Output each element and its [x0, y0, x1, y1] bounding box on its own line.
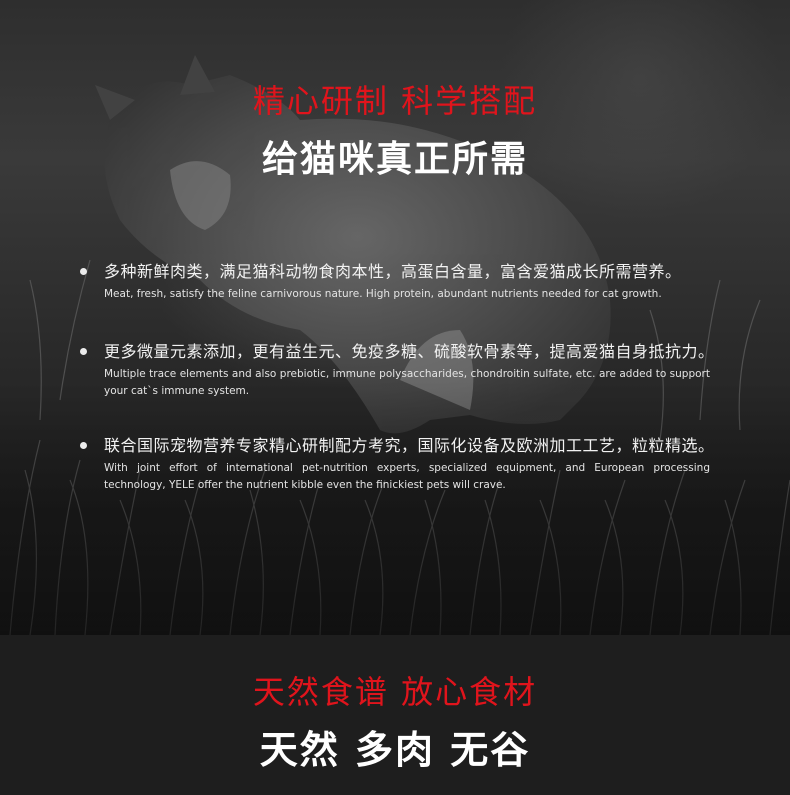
feature-en-text: Multiple trace elements and also prebiot…	[104, 368, 710, 397]
product-detail-page: 精心研制 科学搭配 给猫咪真正所需 多种新鲜肉类，满足猫科动物食肉本性，高蛋白含…	[0, 0, 790, 795]
bullet-dot-icon	[80, 268, 87, 275]
feature-en-text: With joint effort of international pet-n…	[104, 462, 710, 491]
band-headline-white: 天然 多肉 无谷	[259, 728, 531, 772]
hero-headline-red: 精心研制 科学搭配	[252, 82, 538, 120]
feature-zh-text: 更多微量元素添加，更有益生元、免疫多糖、硫酸软骨素等，提高爱猫自身抵抗力。	[104, 342, 715, 361]
feature-zh-text: 联合国际宠物营养专家精心研制配方考究，国际化设备及欧洲加工工艺，粒粒精选。	[104, 436, 715, 455]
hero-section: 精心研制 科学搭配 给猫咪真正所需 多种新鲜肉类，满足猫科动物食肉本性，高蛋白含…	[0, 0, 790, 635]
band-headline-red: 天然食谱 放心食材	[252, 673, 538, 711]
feature-en-text: Meat, fresh, satisfy the feline carnivor…	[104, 288, 662, 300]
bullet-dot-icon	[80, 348, 87, 355]
bullet-dot-icon	[80, 442, 87, 449]
natural-recipe-band: 天然食谱 放心食材 天然 多肉 无谷	[0, 635, 790, 795]
hero-headline-white: 给猫咪真正所需	[261, 139, 528, 180]
feature-zh-text: 多种新鲜肉类，满足猫科动物食肉本性，高蛋白含量，富含爱猫成长所需营养。	[104, 262, 682, 281]
